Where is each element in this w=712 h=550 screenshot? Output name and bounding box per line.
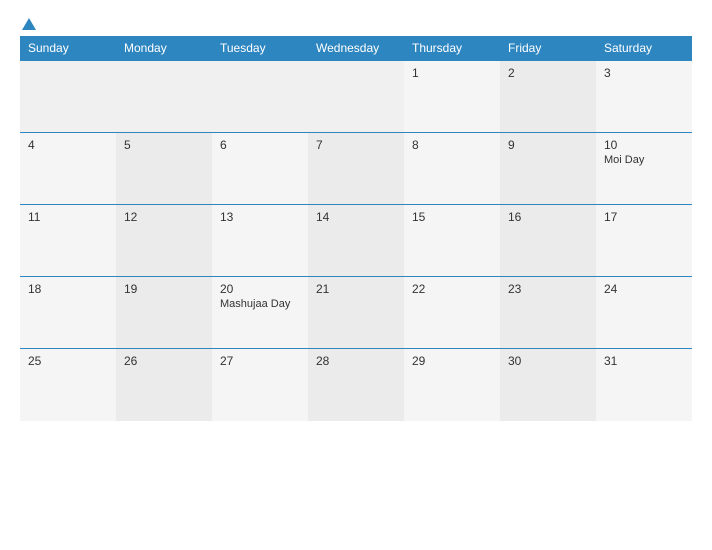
week-row-4: 18 19 20 Mashujaa Day 21 22 23 24 — [20, 277, 692, 349]
week-row-5: 25 26 27 28 29 30 31 — [20, 349, 692, 421]
calendar-cell: 12 — [116, 205, 212, 277]
day-number: 3 — [604, 66, 684, 80]
calendar-cell: 29 — [404, 349, 500, 421]
calendar-cell: 15 — [404, 205, 500, 277]
calendar-cell: 21 — [308, 277, 404, 349]
day-number: 16 — [508, 210, 588, 224]
weekday-header-saturday: Saturday — [596, 36, 692, 61]
calendar-cell: 31 — [596, 349, 692, 421]
day-number: 8 — [412, 138, 492, 152]
calendar-cell: 1 — [404, 61, 500, 133]
calendar-cell — [308, 61, 404, 133]
day-number: 1 — [412, 66, 492, 80]
day-number: 11 — [28, 210, 108, 224]
calendar-cell: 16 — [500, 205, 596, 277]
day-number: 13 — [220, 210, 300, 224]
day-number: 28 — [316, 354, 396, 368]
calendar-cell: 14 — [308, 205, 404, 277]
day-number: 24 — [604, 282, 684, 296]
day-number: 29 — [412, 354, 492, 368]
weekday-header-wednesday: Wednesday — [308, 36, 404, 61]
day-event: Moi Day — [604, 154, 684, 166]
week-row-2: 4 5 6 7 8 9 10 Moi Day — [20, 133, 692, 205]
calendar-cell: 13 — [212, 205, 308, 277]
day-number: 23 — [508, 282, 588, 296]
day-number: 5 — [124, 138, 204, 152]
weekday-header-monday: Monday — [116, 36, 212, 61]
calendar-table: SundayMondayTuesdayWednesdayThursdayFrid… — [20, 36, 692, 421]
header-row — [20, 18, 692, 30]
calendar-cell — [116, 61, 212, 133]
day-number: 30 — [508, 354, 588, 368]
day-number: 4 — [28, 138, 108, 152]
weekday-header-row: SundayMondayTuesdayWednesdayThursdayFrid… — [20, 36, 692, 61]
day-number: 2 — [508, 66, 588, 80]
logo-area — [20, 18, 36, 30]
calendar-cell: 11 — [20, 205, 116, 277]
day-number: 9 — [508, 138, 588, 152]
calendar-cell: 22 — [404, 277, 500, 349]
calendar-cell: 2 — [500, 61, 596, 133]
calendar-cell: 3 — [596, 61, 692, 133]
calendar-cell: 10 Moi Day — [596, 133, 692, 205]
calendar-cell: 7 — [308, 133, 404, 205]
calendar-cell: 4 — [20, 133, 116, 205]
calendar-cell — [212, 61, 308, 133]
calendar-cell: 24 — [596, 277, 692, 349]
day-number: 27 — [220, 354, 300, 368]
calendar-cell: 26 — [116, 349, 212, 421]
day-number: 6 — [220, 138, 300, 152]
calendar-cell: 17 — [596, 205, 692, 277]
calendar-cell: 18 — [20, 277, 116, 349]
calendar-cell: 28 — [308, 349, 404, 421]
day-number: 31 — [604, 354, 684, 368]
calendar-cell: 9 — [500, 133, 596, 205]
week-row-3: 11 12 13 14 15 16 17 — [20, 205, 692, 277]
logo-triangle-icon — [22, 18, 36, 30]
day-number: 14 — [316, 210, 396, 224]
day-number: 20 — [220, 282, 300, 296]
calendar-cell: 6 — [212, 133, 308, 205]
weekday-header-friday: Friday — [500, 36, 596, 61]
day-event: Mashujaa Day — [220, 298, 300, 310]
calendar-cell: 27 — [212, 349, 308, 421]
calendar-cell — [20, 61, 116, 133]
calendar-container: SundayMondayTuesdayWednesdayThursdayFrid… — [0, 0, 712, 550]
week-row-1: 1 2 3 — [20, 61, 692, 133]
day-number: 25 — [28, 354, 108, 368]
day-number: 21 — [316, 282, 396, 296]
weekday-header-thursday: Thursday — [404, 36, 500, 61]
calendar-cell: 23 — [500, 277, 596, 349]
day-number: 19 — [124, 282, 204, 296]
calendar-cell: 5 — [116, 133, 212, 205]
calendar-cell: 30 — [500, 349, 596, 421]
calendar-cell: 20 Mashujaa Day — [212, 277, 308, 349]
day-number: 7 — [316, 138, 396, 152]
calendar-cell: 8 — [404, 133, 500, 205]
day-number: 18 — [28, 282, 108, 296]
day-number: 17 — [604, 210, 684, 224]
weekday-header-tuesday: Tuesday — [212, 36, 308, 61]
calendar-cell: 19 — [116, 277, 212, 349]
day-number: 10 — [604, 138, 684, 152]
calendar-cell: 25 — [20, 349, 116, 421]
day-number: 22 — [412, 282, 492, 296]
day-number: 12 — [124, 210, 204, 224]
weekday-header-sunday: Sunday — [20, 36, 116, 61]
day-number: 15 — [412, 210, 492, 224]
day-number: 26 — [124, 354, 204, 368]
